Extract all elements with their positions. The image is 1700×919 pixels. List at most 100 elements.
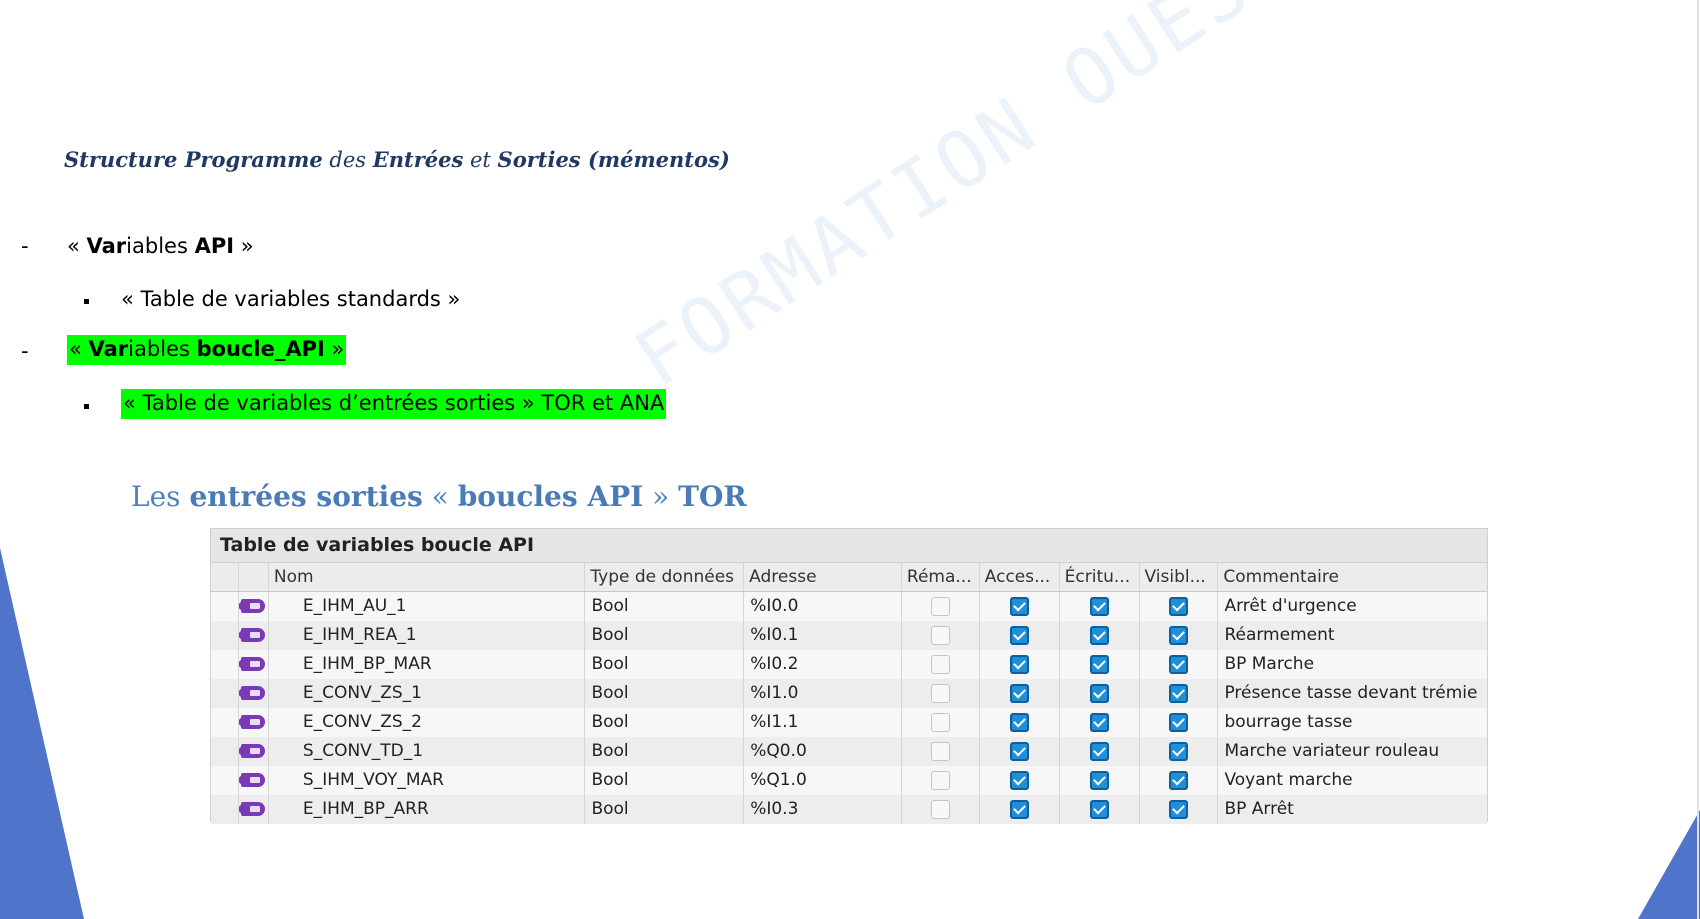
cell-nom[interactable]: E_IHM_BP_MAR (269, 650, 586, 679)
cell-nom[interactable]: E_CONV_ZS_1 (269, 679, 586, 708)
header-accessible[interactable]: Acces... (980, 563, 1060, 591)
cell-adresse[interactable]: %I1.1 (744, 708, 902, 737)
table-row[interactable]: E_IHM_BP_MAR Bool %I0.2 BP Marche (211, 650, 1487, 679)
accessible-checkbox[interactable] (1009, 800, 1029, 819)
cell-commentaire[interactable]: BP Marche (1218, 650, 1487, 679)
cell-commentaire[interactable]: Voyant marche (1218, 766, 1487, 795)
header-remanence[interactable]: Réma... (902, 563, 980, 591)
remanence-checkbox[interactable] (930, 713, 950, 732)
ecriture-checkbox[interactable] (1089, 800, 1109, 819)
row-selector[interactable] (211, 766, 239, 795)
ecriture-checkbox[interactable] (1089, 626, 1109, 645)
cell-visible (1140, 795, 1219, 824)
row-selector[interactable] (211, 679, 239, 708)
visible-checkbox[interactable] (1169, 742, 1188, 761)
table-row[interactable]: E_CONV_ZS_1 Bool %I1.0 Présence tasse devan… (211, 679, 1487, 708)
accessible-checkbox[interactable] (1009, 655, 1029, 674)
row-selector[interactable] (211, 795, 239, 824)
cell-type[interactable]: Bool (585, 592, 745, 621)
row-icon-cell (239, 650, 269, 679)
table-row[interactable]: S_IHM_VOY_MAR Bool %Q1.0 Voyant marche (211, 766, 1487, 795)
ecriture-checkbox[interactable] (1089, 742, 1109, 761)
ecriture-checkbox[interactable] (1089, 684, 1109, 703)
ecriture-checkbox[interactable] (1089, 771, 1109, 790)
cell-commentaire[interactable]: BP Arrêt (1218, 795, 1487, 824)
row-icon-cell (239, 766, 269, 795)
row-selector[interactable] (211, 737, 239, 766)
cell-commentaire[interactable]: bourrage tasse (1218, 708, 1487, 737)
cell-access (980, 592, 1060, 621)
table-row[interactable]: E_IHM_AU_1 Bool %I0.0 Arrêt d'urgence (211, 592, 1487, 621)
visible-checkbox[interactable] (1169, 626, 1188, 645)
visible-checkbox[interactable] (1169, 684, 1188, 703)
cell-type[interactable]: Bool (585, 650, 745, 679)
cell-type[interactable]: Bool (585, 679, 745, 708)
remanence-checkbox[interactable] (930, 655, 950, 674)
ecriture-checkbox[interactable] (1089, 597, 1109, 616)
remanence-checkbox[interactable] (930, 626, 950, 645)
cell-adresse[interactable]: %I0.0 (744, 592, 902, 621)
accessible-checkbox[interactable] (1009, 626, 1029, 645)
cell-visible (1140, 679, 1219, 708)
cell-type[interactable]: Bool (585, 708, 745, 737)
remanence-checkbox[interactable] (930, 597, 950, 616)
cell-nom[interactable]: S_IHM_VOY_MAR (269, 766, 586, 795)
cell-adresse[interactable]: %I0.3 (744, 795, 902, 824)
cell-commentaire[interactable]: Arrêt d'urgence (1218, 592, 1487, 621)
accessible-checkbox[interactable] (1009, 597, 1029, 616)
cell-commentaire[interactable]: Réarmement (1218, 621, 1487, 650)
cell-adresse[interactable]: %I0.1 (744, 621, 902, 650)
cell-type[interactable]: Bool (585, 795, 745, 824)
row-selector[interactable] (211, 621, 239, 650)
remanence-checkbox[interactable] (930, 684, 950, 703)
table-row[interactable]: E_IHM_BP_ARR Bool %I0.3 BP Arrêt (211, 795, 1487, 824)
cell-commentaire[interactable]: Marche variateur rouleau (1218, 737, 1487, 766)
cell-nom[interactable]: E_IHM_BP_ARR (269, 795, 586, 824)
cell-adresse[interactable]: %Q0.0 (744, 737, 902, 766)
accessible-checkbox[interactable] (1009, 713, 1029, 732)
row-selector[interactable] (211, 708, 239, 737)
ecriture-checkbox[interactable] (1089, 713, 1109, 732)
cell-nom[interactable]: S_CONV_TD_1 (269, 737, 586, 766)
tag-variable-icon (240, 628, 265, 642)
row-selector[interactable] (211, 592, 239, 621)
row-icon-cell (239, 621, 269, 650)
table-row[interactable]: S_CONV_TD_1 Bool %Q0.0 Marche variateur rou… (211, 737, 1487, 766)
header-nom[interactable]: Nom (269, 563, 586, 591)
remanence-checkbox[interactable] (930, 771, 950, 790)
accessible-checkbox[interactable] (1009, 771, 1029, 790)
header-visible[interactable]: Visibl... (1140, 563, 1219, 591)
header-icon (239, 563, 269, 591)
visible-checkbox[interactable] (1169, 800, 1188, 819)
ecriture-checkbox[interactable] (1089, 655, 1109, 674)
cell-retain (902, 737, 980, 766)
visible-checkbox[interactable] (1169, 771, 1188, 790)
remanence-checkbox[interactable] (930, 742, 950, 761)
cell-nom[interactable]: E_IHM_AU_1 (269, 592, 586, 621)
cell-retain (902, 650, 980, 679)
row-selector[interactable] (211, 650, 239, 679)
cell-adresse[interactable]: %Q1.0 (744, 766, 902, 795)
accessible-checkbox[interactable] (1009, 742, 1029, 761)
header-commentaire[interactable]: Commentaire (1218, 563, 1487, 591)
visible-checkbox[interactable] (1169, 655, 1188, 674)
table-row[interactable]: E_CONV_ZS_2 Bool %I1.1 bourrage tasse (211, 708, 1487, 737)
header-adresse[interactable]: Adresse (744, 563, 902, 591)
table-row[interactable]: E_IHM_REA_1 Bool %I0.1 Réarmement (211, 621, 1487, 650)
row-icon-cell (239, 795, 269, 824)
accessible-checkbox[interactable] (1009, 684, 1029, 703)
cell-nom[interactable]: E_CONV_ZS_2 (269, 708, 586, 737)
header-type[interactable]: Type de données (585, 563, 745, 591)
cell-type[interactable]: Bool (585, 766, 745, 795)
cell-nom[interactable]: E_IHM_REA_1 (269, 621, 586, 650)
cell-adresse[interactable]: %I0.2 (744, 650, 902, 679)
header-ecriture[interactable]: Écritu... (1060, 563, 1140, 591)
cell-type[interactable]: Bool (585, 737, 745, 766)
watermark: FORMATION OUEST (620, 0, 1311, 406)
cell-commentaire[interactable]: Présence tasse devant trémie (1218, 679, 1487, 708)
remanence-checkbox[interactable] (930, 800, 950, 819)
visible-checkbox[interactable] (1169, 713, 1188, 732)
cell-type[interactable]: Bool (585, 621, 745, 650)
cell-adresse[interactable]: %I1.0 (744, 679, 902, 708)
visible-checkbox[interactable] (1169, 597, 1188, 616)
